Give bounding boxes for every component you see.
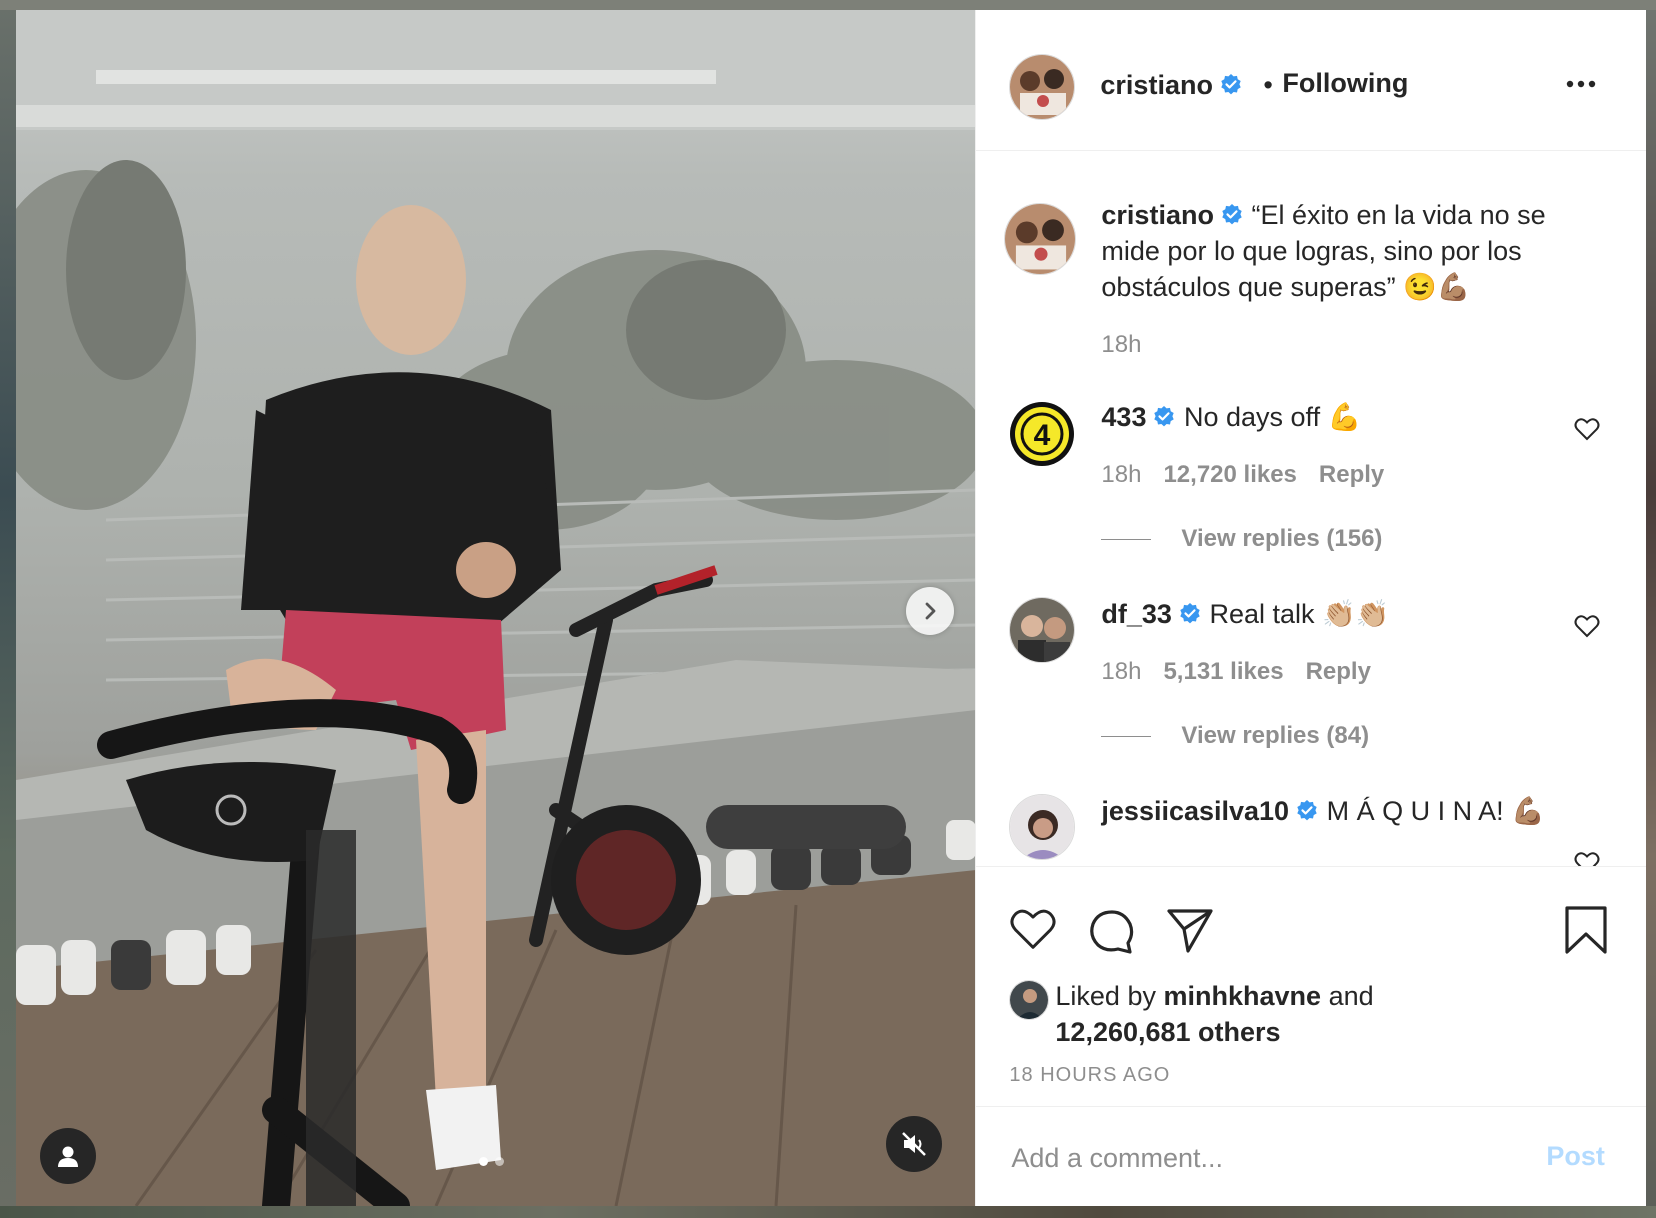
comment-likes[interactable]: 5,131 likes: [1163, 658, 1283, 685]
comment-username[interactable]: jessiicasilva10: [1101, 796, 1289, 826]
comment-text-block: jessiicasilva10 M Á Q U I N A! 💪🏽: [1101, 793, 1591, 829]
comment-text: No days off 💪: [1183, 402, 1362, 432]
liked-by-joiner: and: [1328, 981, 1374, 1011]
svg-text:4: 4: [1034, 419, 1051, 452]
author-username[interactable]: cristiano: [1100, 70, 1243, 101]
verified-badge-icon: [1180, 603, 1200, 624]
caption-author-avatar[interactable]: [1004, 203, 1077, 275]
verified-badge-icon: [1222, 204, 1242, 225]
comment-text-block: df_33 Real talk 👏🏼👏🏼: [1101, 596, 1591, 632]
header-separator: •: [1263, 70, 1273, 100]
carousel-dot-active: [479, 1157, 488, 1166]
bookmark-icon[interactable]: [1564, 905, 1608, 955]
paper-plane-icon[interactable]: [1166, 907, 1214, 953]
more-horizontal-icon[interactable]: [1566, 80, 1596, 88]
liked-by-prefix: Liked by: [1055, 981, 1156, 1011]
comments-list[interactable]: cristiano “El éxito en la vida no se mid…: [976, 151, 1646, 866]
following-button[interactable]: Following: [1282, 68, 1408, 99]
add-comment-bar: Post: [976, 1106, 1647, 1207]
caption-meta: 18h: [1101, 331, 1163, 359]
user-tags-button[interactable]: [40, 1128, 96, 1184]
liked-by-summary: Liked by minhkhavne and 12,260,681 other…: [1055, 978, 1505, 1050]
comment-like-heart-icon[interactable]: [1574, 614, 1600, 638]
verified-badge-icon: [1154, 406, 1175, 427]
backdrop-bottom: [0, 1206, 1656, 1218]
comment-bubble-icon[interactable]: [1088, 907, 1136, 955]
liked-by-user[interactable]: minhkhavne: [1164, 981, 1322, 1011]
comment-age: 18h: [1101, 658, 1142, 685]
post-media-video[interactable]: [16, 10, 976, 1206]
commenter-avatar[interactable]: [1009, 597, 1076, 663]
view-replies-button[interactable]: View replies (156): [1101, 525, 1382, 553]
comment-text-block: 433 No days off 💪: [1101, 399, 1591, 435]
caption-username[interactable]: cristiano: [1101, 200, 1214, 230]
commenter-avatar[interactable]: [1009, 794, 1076, 860]
chevron-right-icon: [925, 602, 936, 620]
view-replies-label: View replies (84): [1181, 722, 1370, 749]
comment-like-heart-icon[interactable]: [1574, 417, 1600, 441]
video-frame: [16, 10, 976, 1206]
post-actions: Liked by minhkhavne and 12,260,681 other…: [976, 866, 1647, 1107]
likes-count[interactable]: 12,260,681 others: [1055, 1017, 1280, 1047]
verified-badge-icon: [1297, 800, 1317, 821]
comment-input[interactable]: [1009, 1137, 1494, 1179]
comment-likes[interactable]: 12,720 likes: [1163, 461, 1296, 488]
comment-like-heart-icon[interactable]: [1574, 851, 1600, 866]
reply-button[interactable]: Reply: [1319, 461, 1384, 488]
verified-badge-icon: [1221, 74, 1241, 95]
replies-line: [1101, 538, 1152, 540]
speaker-muted-icon: [902, 1132, 926, 1156]
post-side-panel: cristiano • Following cristiano “El éxit…: [975, 10, 1647, 1207]
mute-toggle-button[interactable]: [886, 1116, 942, 1172]
caption-text-block: cristiano “El éxito en la vida no se mid…: [1101, 197, 1591, 305]
commenter-avatar[interactable]: 4: [1009, 401, 1075, 467]
post-modal: cristiano • Following cristiano “El éxit…: [16, 10, 1647, 1207]
carousel-dot: [495, 1157, 504, 1166]
author-avatar[interactable]: [1009, 54, 1076, 120]
liker-avatar[interactable]: [1009, 980, 1050, 1020]
caption-age: 18h: [1101, 331, 1142, 358]
backdrop-left: [0, 10, 16, 1218]
comment-username[interactable]: 433: [1101, 402, 1146, 432]
user-tag-icon: [58, 1146, 78, 1167]
backdrop-right: [1646, 10, 1656, 1218]
comment-username[interactable]: df_33: [1101, 599, 1172, 629]
heart-icon[interactable]: [1009, 907, 1057, 951]
view-replies-button[interactable]: View replies (84): [1101, 722, 1369, 750]
carousel-next-button[interactable]: [906, 587, 954, 635]
comment-text: M Á Q U I N A! 💪🏽: [1326, 796, 1545, 826]
post-comment-button[interactable]: Post: [1546, 1141, 1605, 1172]
replies-line: [1101, 735, 1152, 737]
post-timestamp[interactable]: 18 HOURS AGO: [1009, 1064, 1170, 1087]
carousel-indicator: [479, 1157, 504, 1166]
reply-button[interactable]: Reply: [1306, 658, 1371, 685]
post-header: cristiano • Following: [976, 10, 1647, 151]
comment-meta: 18h 12,720 likes Reply: [1101, 461, 1406, 489]
comment-text: Real talk 👏🏼👏🏼: [1209, 599, 1390, 629]
comment-meta: 18h 5,131 likes Reply: [1101, 658, 1393, 686]
view-replies-label: View replies (156): [1181, 525, 1383, 552]
comment-age: 18h: [1101, 461, 1142, 488]
backdrop-top: [0, 0, 1656, 10]
